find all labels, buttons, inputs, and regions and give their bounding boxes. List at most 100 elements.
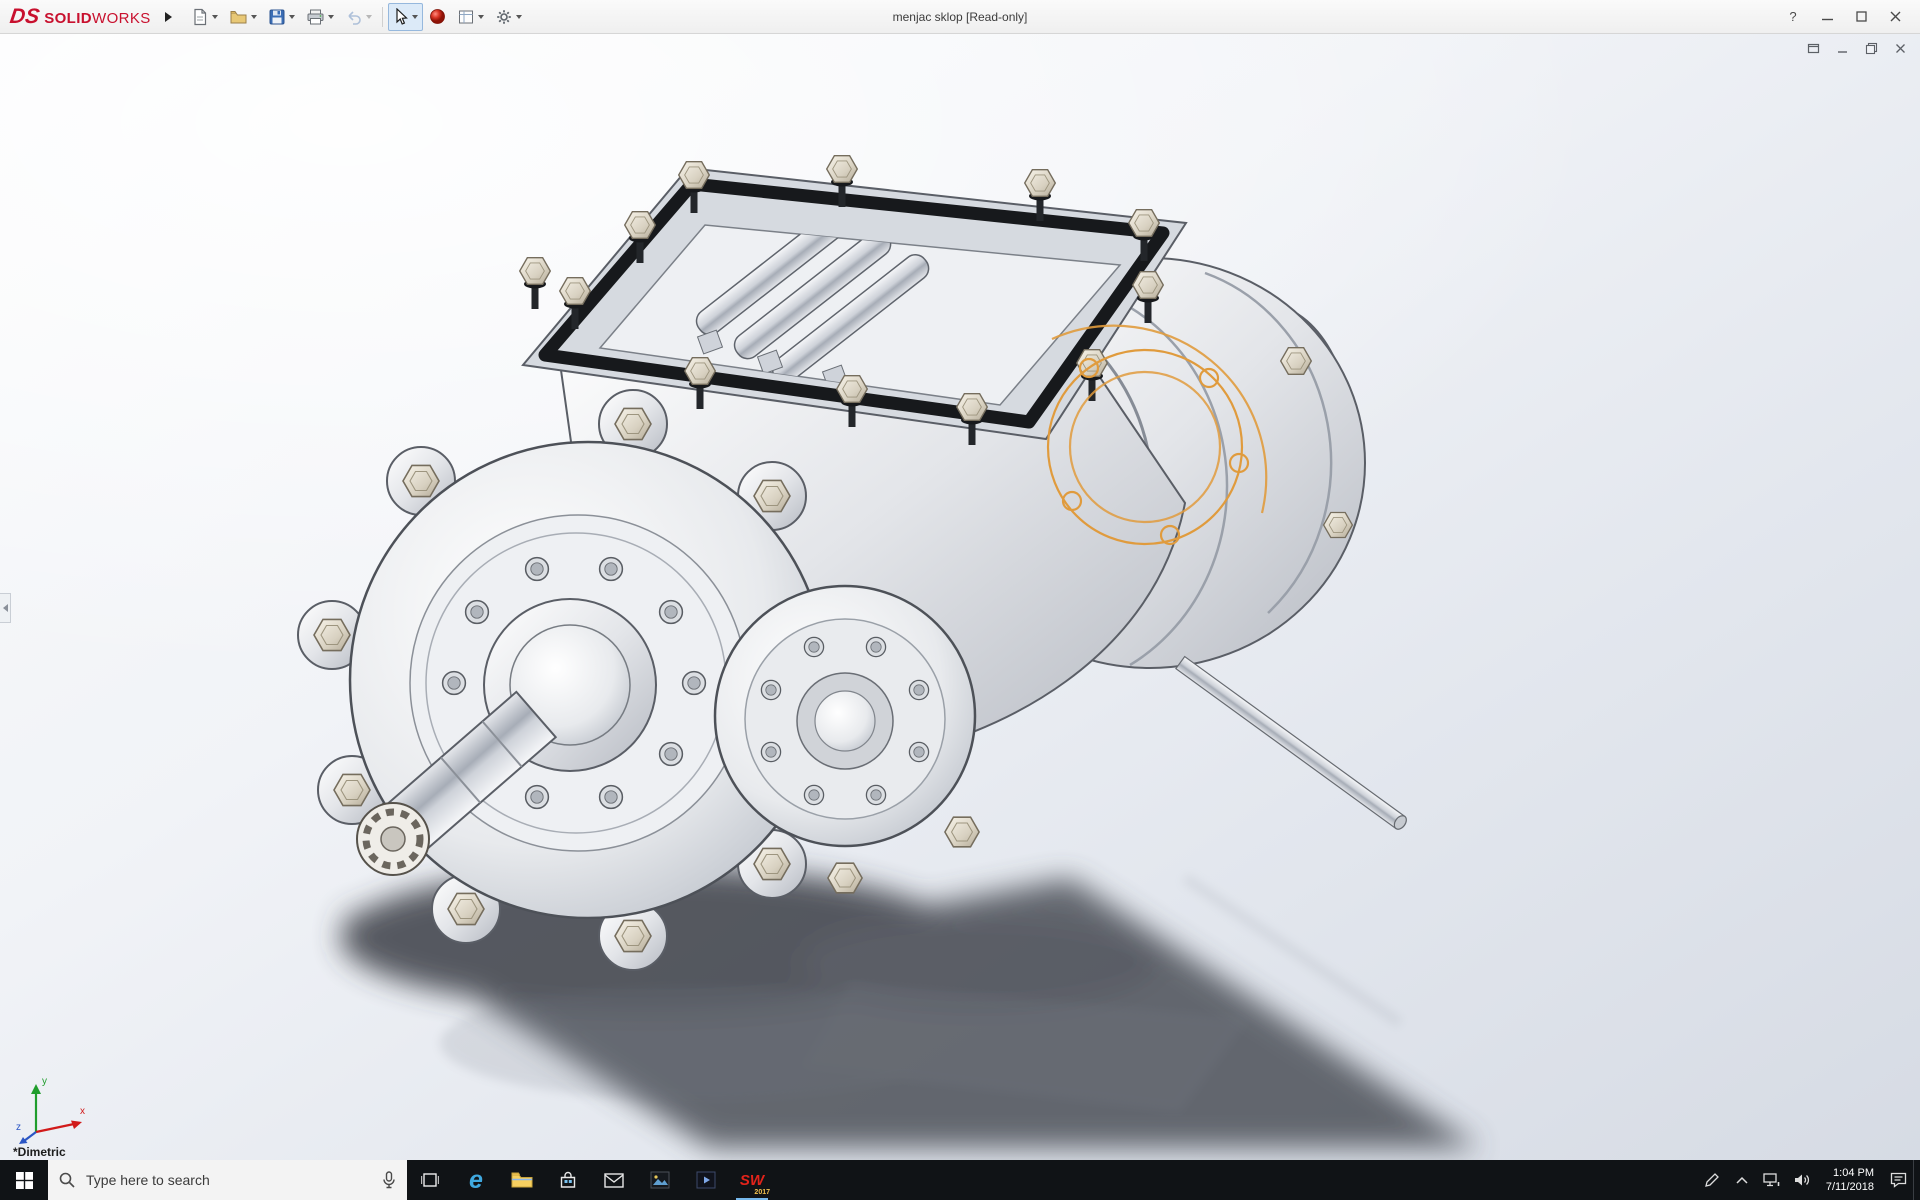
taskbar-photos-button[interactable]	[637, 1160, 683, 1200]
tray-network-button[interactable]	[1757, 1160, 1787, 1200]
microphone-icon[interactable]	[382, 1171, 396, 1189]
sw-icon-text: SW	[739, 1171, 765, 1189]
view-orientation-label: *Dimetric	[13, 1145, 66, 1159]
window-controls: ?	[1776, 0, 1912, 33]
task-view-button[interactable]	[407, 1160, 453, 1200]
quick-access-toolbar	[186, 0, 527, 33]
action-center-icon	[1890, 1172, 1906, 1188]
tray-volume-button[interactable]	[1787, 1160, 1817, 1200]
doc-minimize-icon	[1837, 50, 1847, 53]
chevron-up-icon	[1736, 1176, 1748, 1184]
toolbar-separator	[381, 6, 383, 27]
drawing-sheet-icon	[458, 10, 473, 23]
network-icon	[1763, 1173, 1780, 1187]
select-dropdown-caret-icon[interactable]	[411, 14, 418, 19]
open-document-button[interactable]	[224, 3, 262, 31]
brand-text-works: WORKS	[92, 9, 151, 27]
collapse-arrow-icon	[2, 604, 8, 612]
doc-minimize-button[interactable]	[1832, 39, 1852, 57]
solidworks-logo: DS SOLIDWORKS	[0, 5, 157, 29]
undo-icon	[348, 10, 361, 25]
undo-dropdown-caret-icon	[365, 14, 372, 19]
taskbar-clock[interactable]: 1:04 PM 7/11/2018	[1817, 1160, 1883, 1200]
clock-date: 7/11/2018	[1825, 1181, 1874, 1193]
print-dropdown-caret-icon[interactable]	[327, 14, 334, 19]
mail-icon	[604, 1172, 624, 1188]
document-window-controls	[1803, 39, 1910, 57]
photos-icon	[650, 1171, 670, 1189]
doc-window-icon	[1807, 43, 1819, 53]
speaker-icon	[1794, 1174, 1809, 1186]
taskbar-mail-button[interactable]	[591, 1160, 637, 1200]
doc-maximize-icon	[1865, 42, 1877, 54]
taskbar-explorer-button[interactable]	[499, 1160, 545, 1200]
sw-icon-year: 2017	[754, 1189, 770, 1196]
action-center-button[interactable]	[1883, 1160, 1913, 1200]
sheet-dropdown-caret-icon[interactable]	[477, 14, 484, 19]
search-icon	[59, 1172, 75, 1188]
triad-x-label: x	[80, 1106, 85, 1117]
task-view-icon	[421, 1173, 439, 1187]
show-desktop-button[interactable]	[1913, 1160, 1920, 1200]
new-document-icon	[194, 8, 206, 25]
save-floppy-icon	[269, 9, 285, 24]
windows-logo-icon	[15, 1171, 33, 1189]
help-icon: ?	[1789, 9, 1797, 24]
close-button[interactable]	[1878, 0, 1912, 33]
undo-button[interactable]	[340, 3, 377, 31]
taskbar-store-button[interactable]	[545, 1160, 591, 1200]
doc-maximize-button[interactable]	[1861, 39, 1881, 57]
open-folder-icon	[230, 10, 247, 23]
taskbar-search-box[interactable]	[48, 1160, 407, 1200]
search-input[interactable]	[84, 1171, 373, 1189]
doc-close-icon	[1895, 43, 1905, 53]
maximize-button[interactable]	[1844, 0, 1878, 33]
solidworks-app-icon: SW 2017	[736, 1165, 770, 1197]
brand-text-solid: SOLID	[44, 9, 93, 27]
new-dropdown-caret-icon[interactable]	[211, 14, 218, 19]
minimize-button[interactable]	[1810, 0, 1844, 33]
taskbar-edge-button[interactable]: e	[453, 1160, 499, 1200]
ds-logo-icon: DS	[8, 4, 41, 28]
open-dropdown-caret-icon[interactable]	[250, 14, 257, 19]
taskbar-solidworks-button[interactable]: SW 2017	[729, 1160, 775, 1200]
new-document-button[interactable]	[186, 3, 223, 31]
titlebar: DS SOLIDWORKS menjac sklop [Read-only] ?	[0, 0, 1920, 34]
save-document-button[interactable]	[263, 3, 300, 31]
model-canvas[interactable]	[0, 33, 1920, 1160]
options-button[interactable]	[490, 3, 527, 31]
print-document-button[interactable]	[301, 3, 339, 31]
tray-show-hidden-icons-button[interactable]	[1727, 1160, 1757, 1200]
menu-flyout-arrow-icon[interactable]	[164, 11, 172, 22]
edge-icon: e	[469, 1165, 483, 1194]
start-button[interactable]	[0, 1160, 48, 1200]
doc-close-button[interactable]	[1890, 39, 1910, 57]
close-icon	[1890, 11, 1900, 22]
drawing-sheet-button[interactable]	[452, 3, 489, 31]
doc-restore-window-button[interactable]	[1803, 39, 1823, 57]
movies-icon	[696, 1171, 716, 1189]
appearance-sphere-icon	[429, 9, 445, 24]
graphics-viewport[interactable]: y x z *Dimetric	[0, 33, 1920, 1160]
system-tray: 1:04 PM 7/11/2018	[1697, 1160, 1920, 1200]
triad-y-label: y	[42, 1076, 47, 1087]
appearance-button[interactable]	[424, 3, 451, 31]
taskbar-movies-button[interactable]	[683, 1160, 729, 1200]
window-title: menjac sklop [Read-only]	[892, 9, 1028, 24]
save-dropdown-caret-icon[interactable]	[288, 14, 295, 19]
tray-pen-button[interactable]	[1697, 1160, 1727, 1200]
featuremanager-collapse-tab[interactable]	[0, 593, 11, 623]
reference-triad: y x z	[16, 1076, 85, 1144]
options-gear-icon	[496, 9, 511, 24]
clock-time: 1:04 PM	[1833, 1167, 1874, 1179]
windows-taskbar: e SW	[0, 1160, 1920, 1200]
help-button[interactable]: ?	[1776, 0, 1810, 33]
options-dropdown-caret-icon[interactable]	[515, 14, 522, 19]
select-tool-button[interactable]	[387, 2, 423, 31]
model-output-shaft	[1175, 655, 1407, 830]
store-icon	[560, 1171, 576, 1188]
model-shadow	[340, 866, 1480, 1148]
maximize-icon	[1855, 11, 1867, 22]
triad-z-label: z	[16, 1122, 21, 1133]
select-cursor-icon	[396, 7, 408, 25]
